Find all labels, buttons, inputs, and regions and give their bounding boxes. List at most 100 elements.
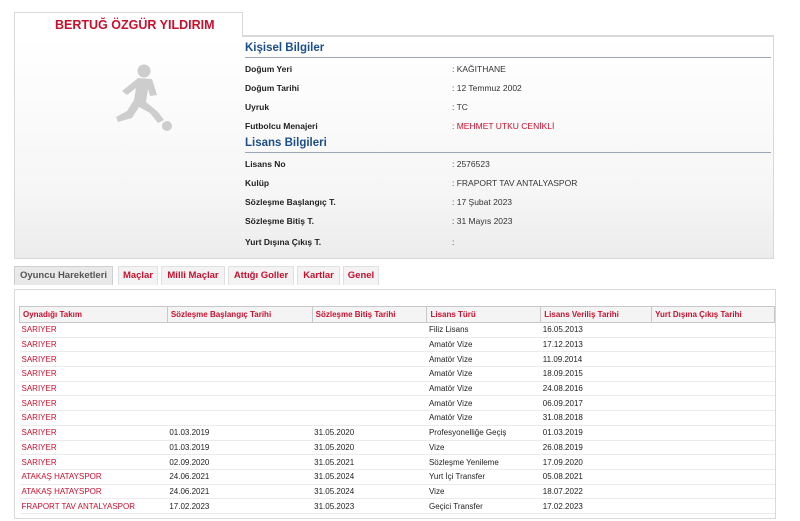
table-row: FRAPORT TAV ANTALYASPOR 17.02.2023 31.05.2… bbox=[19, 498, 775, 514]
license-type-cell: Geçici Transfer bbox=[426, 498, 541, 514]
license-date-cell: 26.08.2019 bbox=[540, 440, 652, 456]
license-date-cell: 16.05.2013 bbox=[540, 322, 652, 338]
license-date-cell: 31.08.2018 bbox=[540, 410, 652, 426]
team-cell[interactable]: SARIYER bbox=[19, 351, 168, 368]
contract-end-cell: 31.05.2023 bbox=[312, 498, 427, 514]
table-row: SARIYER Amatör Vize 11.09.2014 bbox=[19, 351, 775, 368]
license-date-cell: 17.12.2013 bbox=[540, 337, 652, 353]
license-type-cell: Amatör Vize bbox=[426, 381, 541, 397]
contract-end-cell: 31.05.2021 bbox=[312, 454, 427, 470]
license-type-cell: Filiz Lisans bbox=[426, 322, 541, 338]
abroad-exit-cell bbox=[651, 337, 775, 353]
team-cell[interactable]: SARIYER bbox=[19, 381, 168, 397]
license-date-cell: 01.03.2019 bbox=[540, 425, 652, 441]
column-header-contract-end[interactable]: Sözleşme Bitiş Tarihi bbox=[311, 306, 428, 323]
birthplace-value: : KAĞITHANE bbox=[452, 64, 506, 74]
contract-start-cell: 01.03.2019 bbox=[167, 440, 313, 456]
contract-start-label: Sözleşme Başlangıç T. bbox=[245, 197, 336, 207]
team-cell[interactable]: ATAKAŞ HATAYSPOR bbox=[19, 484, 168, 500]
column-header-abroad-exit[interactable]: Yurt Dışına Çıkış Tarihi bbox=[651, 306, 775, 323]
license-info-title: Lisans Bilgileri bbox=[245, 137, 327, 149]
abroad-exit-label: Yurt Dışına Çıkış T. bbox=[245, 237, 322, 247]
abroad-exit-cell bbox=[651, 454, 775, 470]
player-name-tab: BERTUĞ ÖZGÜR YILDIRIM bbox=[14, 12, 243, 37]
column-header-contract-start[interactable]: Sözleşme Başlangıç Tarihi bbox=[166, 306, 313, 323]
license-type-cell: Amatör Vize bbox=[426, 337, 541, 353]
agent-link[interactable]: : MEHMET UTKU CENİKLİ bbox=[452, 121, 554, 131]
table-row: SARIYER Amatör Vize 24.08.2016 bbox=[19, 381, 775, 397]
abroad-exit-cell bbox=[651, 425, 775, 441]
birthplace-label: Doğum Yeri bbox=[245, 64, 293, 74]
tab-matches[interactable]: Maçlar bbox=[118, 266, 158, 285]
team-cell[interactable]: SARIYER bbox=[19, 337, 168, 353]
club-value: : FRAPORT TAV ANTALYASPOR bbox=[452, 178, 578, 188]
license-no-value: : 2576523 bbox=[452, 159, 490, 169]
contract-start-cell: 24.06.2021 bbox=[167, 484, 313, 500]
license-date-cell: 18.07.2022 bbox=[540, 484, 652, 500]
table-row: SARIYER 02.09.2020 31.05.2021 Sözleşme Yeni… bbox=[19, 454, 775, 470]
team-cell[interactable]: ATAKAŞ HATAYSPOR bbox=[19, 469, 168, 485]
football-player-silhouette-icon bbox=[116, 64, 172, 131]
license-type-cell: Vize bbox=[426, 484, 541, 500]
team-cell[interactable]: SARIYER bbox=[19, 425, 168, 441]
team-cell[interactable]: SARIYER bbox=[19, 395, 168, 412]
contract-start-cell: 01.03.2019 bbox=[167, 425, 313, 441]
team-cell[interactable]: SARIYER bbox=[19, 366, 168, 382]
contract-end-cell: 31.05.2020 bbox=[312, 425, 427, 441]
team-cell[interactable]: FRAPORT TAV ANTALYASPOR bbox=[19, 498, 168, 514]
birthdate-label: Doğum Tarihi bbox=[245, 83, 300, 93]
license-type-cell: Sözleşme Yenileme bbox=[426, 454, 541, 470]
license-type-cell: Yurt İçi Transfer bbox=[426, 469, 541, 485]
player-movements-panel: Oynadığı Takım Sözleşme Başlangıç Tarihi… bbox=[14, 289, 776, 519]
table-header-row: Oynadığı Takım Sözleşme Başlangıç Tarihi… bbox=[19, 306, 775, 323]
contract-start-cell bbox=[167, 395, 313, 412]
table-row: ATAKAŞ HATAYSPOR 24.06.2021 31.05.2024 Vize… bbox=[19, 484, 775, 500]
license-date-cell: 17.09.2020 bbox=[540, 454, 652, 470]
license-type-cell: Profesyonelliğe Geçiş bbox=[426, 425, 541, 441]
abroad-exit-value: : bbox=[452, 237, 455, 247]
tab-cards[interactable]: Kartlar bbox=[297, 266, 340, 285]
license-date-cell: 05.08.2021 bbox=[540, 469, 652, 485]
contract-end-label: Sözleşme Bitiş T. bbox=[245, 216, 314, 226]
contract-end-cell bbox=[312, 366, 427, 382]
contract-start-value: : 17 Şubat 2023 bbox=[452, 197, 513, 207]
contract-end-cell bbox=[312, 395, 427, 412]
player-movements-table: Oynadığı Takım Sözleşme Başlangıç Tarihi… bbox=[19, 306, 775, 514]
tab-national-matches[interactable]: Milli Maçlar bbox=[161, 266, 225, 285]
license-date-cell: 24.08.2016 bbox=[540, 381, 652, 397]
abroad-exit-cell bbox=[651, 351, 775, 368]
license-date-cell: 17.02.2023 bbox=[540, 498, 652, 514]
column-header-license-type[interactable]: Lisans Türü bbox=[426, 306, 542, 323]
contract-end-cell bbox=[312, 410, 427, 426]
team-cell[interactable]: SARIYER bbox=[19, 440, 168, 456]
contract-start-cell bbox=[167, 410, 313, 426]
abroad-exit-cell bbox=[651, 381, 775, 397]
contract-end-cell: 31.05.2024 bbox=[312, 469, 427, 485]
nationality-label: Uyruk bbox=[245, 102, 270, 112]
tab-goals-scored[interactable]: Attığı Goller bbox=[228, 266, 294, 285]
abroad-exit-cell bbox=[651, 395, 775, 412]
column-header-license-date[interactable]: Lisans Veriliş Tarihi bbox=[540, 306, 653, 323]
column-header-team[interactable]: Oynadığı Takım bbox=[19, 306, 168, 323]
contract-start-cell bbox=[167, 322, 313, 338]
team-cell[interactable]: SARIYER bbox=[19, 322, 168, 338]
contract-end-cell: 31.05.2024 bbox=[312, 484, 427, 500]
birthdate-value: : 12 Temmuz 2002 bbox=[452, 83, 522, 93]
table-row: SARIYER Amatör Vize 31.08.2018 bbox=[19, 410, 775, 426]
team-cell[interactable]: SARIYER bbox=[19, 410, 168, 426]
tab-general[interactable]: Genel bbox=[343, 266, 379, 285]
table-row: SARIYER Amatör Vize 06.09.2017 bbox=[19, 395, 775, 412]
abroad-exit-cell bbox=[651, 469, 775, 485]
contract-start-cell: 24.06.2021 bbox=[167, 469, 313, 485]
license-type-cell: Amatör Vize bbox=[426, 366, 541, 382]
license-type-cell: Amatör Vize bbox=[426, 395, 541, 412]
contract-end-cell: 31.05.2020 bbox=[312, 440, 427, 456]
team-cell[interactable]: SARIYER bbox=[19, 454, 168, 470]
table-row: SARIYER 01.03.2019 31.05.2020 Profesyonelli… bbox=[19, 425, 775, 441]
abroad-exit-cell bbox=[651, 484, 775, 500]
player-name: BERTUĞ ÖZGÜR YILDIRIM bbox=[55, 18, 215, 32]
abroad-exit-cell bbox=[651, 366, 775, 382]
tab-player-movements[interactable]: Oyuncu Hareketleri bbox=[14, 266, 113, 285]
contract-end-cell bbox=[312, 337, 427, 353]
contract-start-cell: 02.09.2020 bbox=[167, 454, 313, 470]
